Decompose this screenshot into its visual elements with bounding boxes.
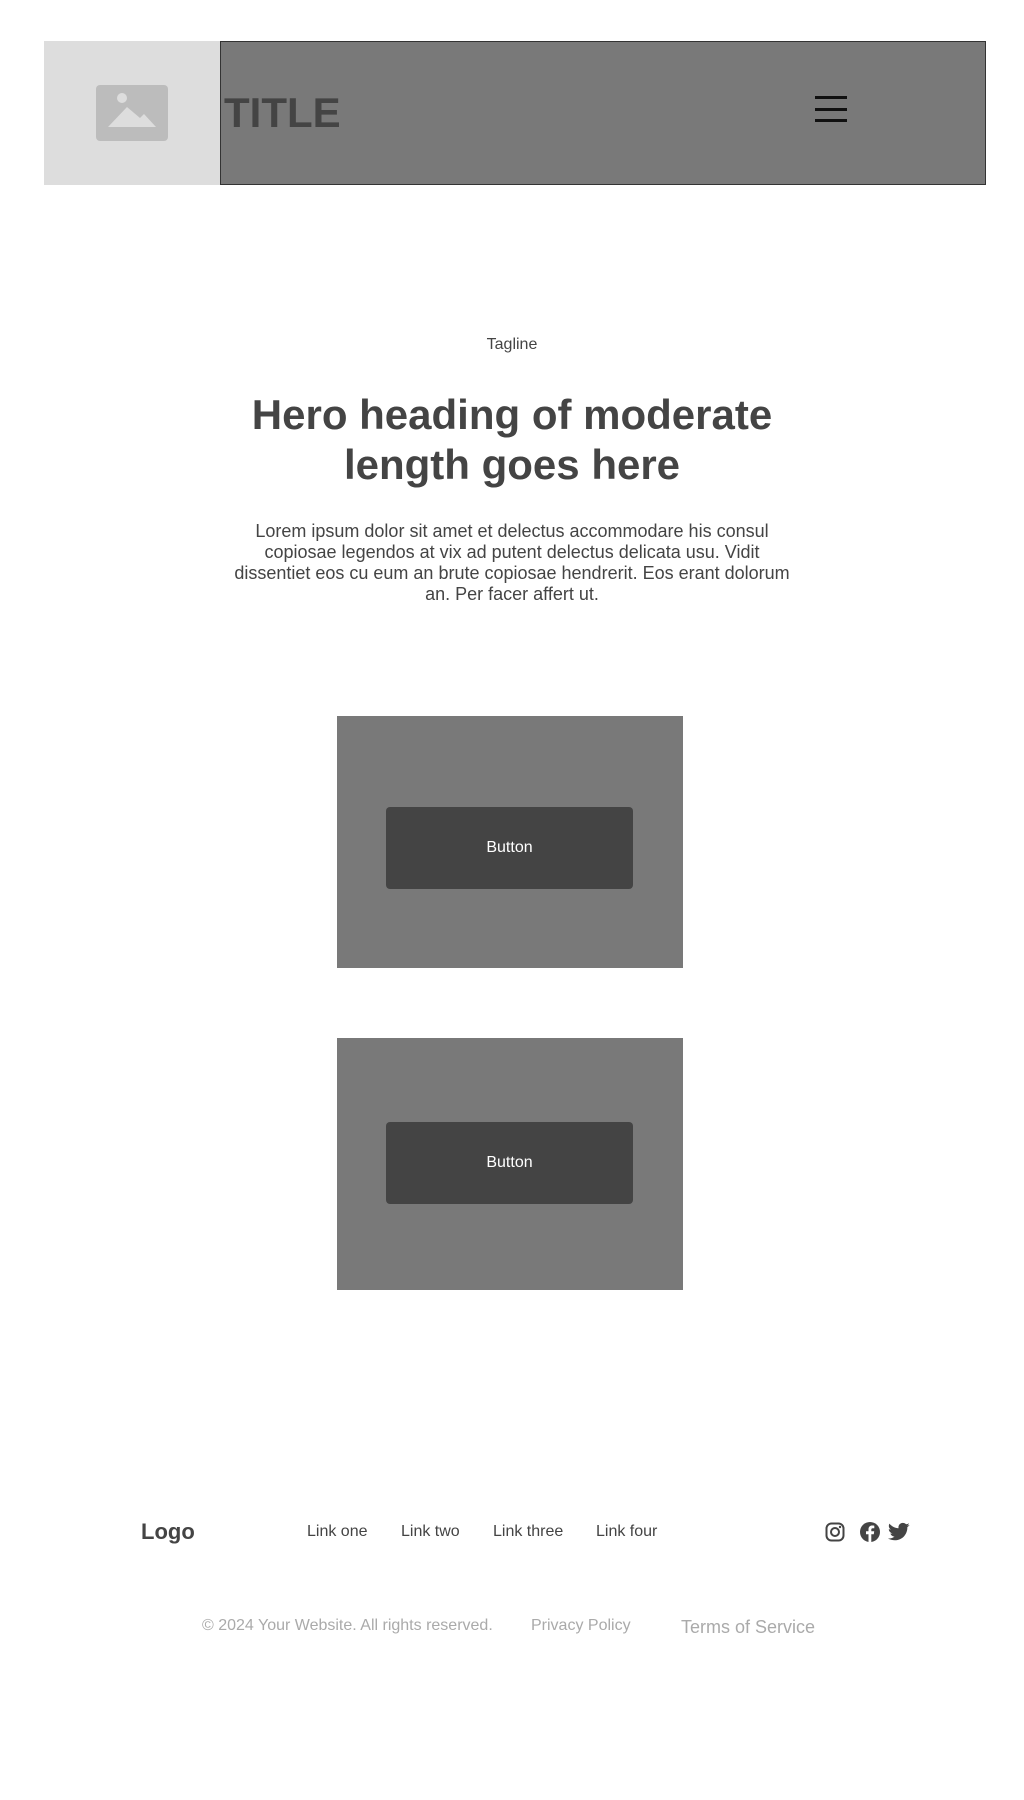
hero-tagline: Tagline	[486, 336, 538, 353]
card-button[interactable]: Button	[386, 807, 633, 889]
image-icon	[96, 85, 168, 141]
instagram-icon[interactable]	[823, 1520, 847, 1544]
card-button[interactable]: Button	[386, 1122, 633, 1204]
site-title: TITLE	[224, 89, 341, 136]
header-bar: TITLE	[220, 41, 986, 185]
twitter-icon[interactable]	[887, 1520, 911, 1544]
terms-of-service-link[interactable]: Terms of Service	[681, 1617, 815, 1638]
hero-body-text: Lorem ipsum dolor sit amet et delectus a…	[234, 521, 790, 604]
footer-link-three[interactable]: Link three	[493, 1521, 563, 1543]
hero-heading: Hero heading of moderate length goes her…	[251, 391, 773, 488]
copyright-text: © 2024 Your Website. All rights reserved…	[202, 1617, 493, 1634]
header-image-placeholder	[44, 41, 220, 185]
footer-link-one[interactable]: Link one	[307, 1521, 368, 1543]
footer-link-four[interactable]: Link four	[596, 1521, 657, 1543]
hamburger-menu-icon[interactable]	[815, 91, 851, 127]
privacy-policy-link[interactable]: Privacy Policy	[531, 1617, 631, 1635]
cta-card: Button	[337, 716, 683, 968]
cta-card: Button	[337, 1038, 683, 1290]
facebook-icon[interactable]	[858, 1520, 882, 1544]
footer-link-two[interactable]: Link two	[401, 1521, 460, 1543]
